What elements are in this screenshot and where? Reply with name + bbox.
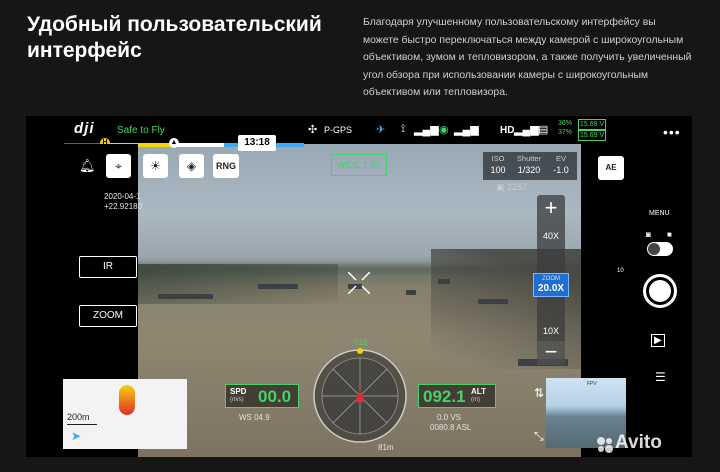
auto-exposure-lock-button[interactable]: AE bbox=[598, 156, 624, 180]
iso-value: 100 bbox=[490, 165, 506, 175]
speed-label: SPD bbox=[230, 387, 247, 396]
zoom-tick-label: 10 bbox=[617, 268, 624, 274]
drone-position-marker: ▲ bbox=[169, 138, 179, 148]
map-drone-icon bbox=[119, 385, 135, 415]
vision-sensor-icon: ◉ bbox=[439, 124, 449, 136]
zoom-level-10x[interactable]: 10X bbox=[537, 326, 565, 336]
battery-percent-1: 36% bbox=[558, 120, 573, 127]
hd-link: HD bbox=[500, 125, 515, 136]
airplane-icon: ✈ bbox=[376, 124, 386, 136]
current-zoom-value: 20.0X bbox=[537, 283, 565, 294]
altitude-value: 092.1 bbox=[423, 387, 466, 406]
altitude-label: ALT bbox=[471, 387, 486, 396]
target-button[interactable]: ◈ bbox=[179, 154, 204, 178]
mini-map[interactable]: 200m ➤ bbox=[63, 379, 187, 449]
hd-signal-icon: ▂▄▆ bbox=[514, 124, 539, 136]
more-dots-icon[interactable]: ••• bbox=[663, 124, 681, 140]
attitude-compass[interactable] bbox=[312, 348, 408, 444]
zoom-in-button[interactable]: + bbox=[537, 195, 565, 221]
ev-value: -1.0 bbox=[553, 165, 569, 175]
current-zoom: ZOOM 20.0X bbox=[533, 273, 569, 297]
avito-logo-icon bbox=[597, 437, 613, 453]
altitude-asl: 0080.8 ASL bbox=[430, 423, 472, 432]
heading-readout: 016 bbox=[354, 338, 368, 347]
wind-speed: WS 04.9 bbox=[239, 413, 270, 422]
status-bar: dji Safe to Fly ✣ P-GPS ✈ ⟟ ▂▄▆ ◉ ▂▄▆ HD… bbox=[26, 116, 692, 144]
shots-remaining: 2257 bbox=[507, 182, 528, 192]
shutter-value: 1/320 bbox=[517, 165, 541, 175]
speed-box: SPD (m/s) 00.0 bbox=[225, 384, 299, 408]
dji-logo: dji bbox=[74, 120, 95, 137]
map-scale: 200m bbox=[67, 412, 90, 422]
vertical-speed: 0.0 VS bbox=[437, 413, 462, 422]
gps-mode[interactable]: P-GPS bbox=[324, 125, 352, 135]
video-mode-icon[interactable]: ■ bbox=[667, 230, 672, 239]
photo-video-toggle[interactable] bbox=[647, 242, 673, 256]
zoom-camera-button[interactable]: ZOOM bbox=[79, 305, 137, 327]
map-mode-button[interactable]: ⌖ bbox=[106, 154, 131, 178]
pilot-app-screen: dji Safe to Fly ✣ P-GPS ✈ ⟟ ▂▄▆ ◉ ▂▄▆ HD… bbox=[26, 116, 692, 457]
photo-count: ▣ 2257 bbox=[496, 182, 528, 192]
home-distance: 81m bbox=[378, 443, 394, 452]
swap-view-icon[interactable]: ⇅ bbox=[534, 386, 544, 400]
drone-icon: ✣ bbox=[308, 124, 318, 136]
aircraft-arrow-icon: ➤ bbox=[71, 429, 82, 443]
current-zoom-title: ZOOM bbox=[542, 276, 560, 282]
camera-settings-icon[interactable]: ☰ bbox=[655, 370, 666, 384]
center-crosshair bbox=[348, 272, 370, 294]
ir-camera-button[interactable]: IR bbox=[79, 256, 137, 278]
speed-unit: (m/s) bbox=[230, 397, 244, 403]
ev-title: EV bbox=[555, 154, 566, 163]
battery-icon: ▤ bbox=[538, 124, 549, 136]
playback-icon[interactable]: ▶ bbox=[651, 334, 665, 347]
zoom-out-button[interactable]: − bbox=[537, 341, 565, 365]
avito-watermark: Avito bbox=[615, 432, 662, 453]
battery-voltage-1: 15.69 V bbox=[578, 119, 607, 130]
battery-percent-2: 37% bbox=[558, 129, 573, 136]
iso-title: ISO bbox=[491, 154, 505, 163]
altitude-unit: (m) bbox=[471, 397, 480, 403]
datetime-readout: 2020-04-1 bbox=[104, 192, 141, 201]
signal-bars-icon: ▂▄▆ bbox=[414, 124, 439, 136]
rc-signal-icon: ▂▄▆ bbox=[454, 124, 479, 136]
zoom-slider[interactable]: + 40X ZOOM 20.0X 10X − bbox=[533, 195, 569, 365]
wide-zoom-indicator: WIDE 1.0X bbox=[331, 154, 387, 176]
exposure-panel[interactable]: ISO 100 Shutter 1/320 EV -1.0 bbox=[483, 152, 577, 180]
shutter-button[interactable] bbox=[643, 274, 677, 308]
battery-voltage-2: 15.69 V bbox=[578, 130, 607, 141]
satellite-icon: ⟟ bbox=[401, 123, 406, 135]
bell-icon[interactable]: 🔔︎ bbox=[79, 158, 96, 174]
spotlight-button[interactable]: ☀ bbox=[143, 154, 168, 178]
zoom-level-40x[interactable]: 40X bbox=[537, 231, 565, 241]
rng-button[interactable]: RNG bbox=[213, 154, 239, 178]
menu-label[interactable]: MENU bbox=[649, 210, 670, 217]
altitude-box: 092.1 ALT (m) bbox=[418, 384, 496, 408]
coordinate-readout: +22.92180 bbox=[104, 202, 143, 211]
flight-status[interactable]: Safe to Fly bbox=[117, 125, 165, 136]
speed-value: 00.0 bbox=[258, 387, 292, 406]
photo-mode-icon[interactable]: ◙ bbox=[646, 230, 651, 239]
hero-title: Удобный пользовательский интерфейс bbox=[27, 13, 322, 62]
expand-icon[interactable]: ⤡ bbox=[534, 429, 544, 444]
shutter-title: Shutter bbox=[516, 154, 542, 163]
fpv-label: FPV bbox=[587, 381, 597, 387]
remaining-flight-time: 13:18 bbox=[238, 135, 276, 151]
hero-description: Благодаря улучшенному пользовательскому … bbox=[363, 17, 692, 98]
